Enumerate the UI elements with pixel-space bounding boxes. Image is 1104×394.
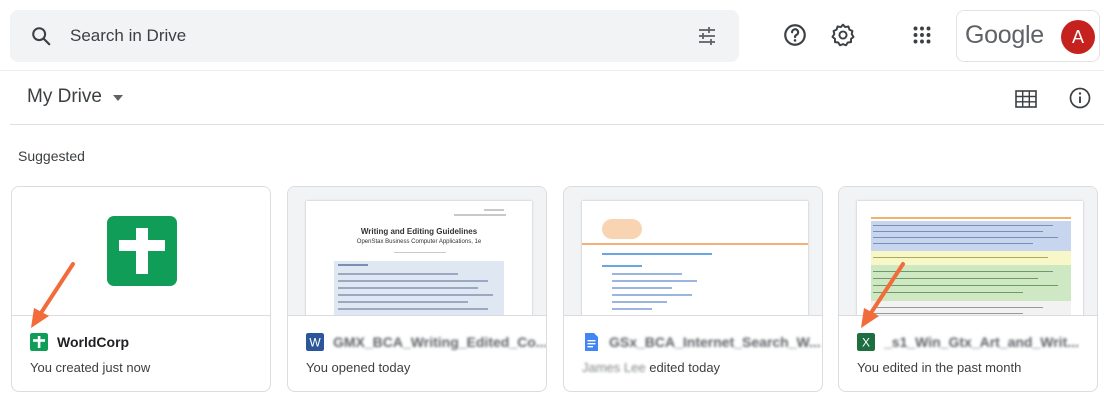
file-name: _s1_Win_Gtx_Art_and_Writ...	[884, 334, 1079, 350]
file-activity: You created just now	[30, 360, 151, 375]
file-activity: You edited in the past month	[857, 360, 1022, 375]
gear-icon[interactable]	[830, 22, 856, 48]
file-card-excel[interactable]: X _s1_Win_Gtx_Art_and_Writ... You edited…	[838, 186, 1098, 392]
file-thumbnail: Writing and Editing Guidelines OpenStax …	[288, 187, 546, 316]
section-label: Suggested	[18, 148, 85, 164]
file-activity: James Lee edited today	[582, 360, 721, 375]
chevron-down-icon[interactable]	[113, 95, 123, 101]
file-thumbnail	[12, 187, 270, 316]
file-card-word[interactable]: Writing and Editing Guidelines OpenStax …	[287, 186, 547, 392]
svg-text:W: W	[309, 336, 321, 350]
avatar[interactable]: A	[1061, 20, 1095, 54]
search-icon[interactable]	[30, 25, 52, 47]
document-preview: Writing and Editing Guidelines OpenStax …	[306, 201, 532, 315]
file-thumbnail	[839, 187, 1097, 316]
search-bar[interactable]: Search in Drive	[10, 10, 739, 62]
excel-icon: X	[857, 333, 875, 351]
top-divider	[0, 70, 1104, 71]
document-preview	[582, 201, 808, 315]
docs-icon	[585, 333, 598, 351]
top-bar: Search in Drive Google A	[0, 0, 1104, 70]
word-icon: W	[306, 333, 324, 351]
file-name: GSx_BCA_Internet_Search_W...	[609, 334, 821, 350]
file-activity: You opened today	[306, 360, 411, 375]
file-name: WorldCorp	[57, 334, 130, 350]
file-name: GMX_BCA_Writing_Edited_Co...	[333, 334, 547, 350]
file-card-docs[interactable]: GSx_BCA_Internet_Search_W... James Lee e…	[563, 186, 823, 392]
google-logo: Google	[965, 21, 1044, 49]
apps-grid-icon[interactable]	[909, 22, 935, 48]
info-icon[interactable]	[1068, 86, 1092, 110]
page-title[interactable]: My Drive	[27, 86, 102, 108]
file-thumbnail	[564, 187, 822, 316]
sheets-large-icon	[107, 216, 177, 286]
sheets-icon	[30, 333, 48, 351]
preview-title: Writing and Editing Guidelines	[360, 227, 478, 236]
help-icon[interactable]	[782, 22, 808, 48]
spreadsheet-preview	[857, 201, 1083, 315]
grid-view-icon[interactable]	[1014, 88, 1038, 110]
svg-text:X: X	[862, 336, 870, 350]
account-switcher[interactable]: Google A	[956, 10, 1100, 62]
preview-subtitle: OpenStax Business Computer Applications,…	[356, 239, 482, 245]
search-input[interactable]: Search in Drive	[70, 26, 186, 46]
file-card-worldcorp[interactable]: WorldCorp You created just now	[11, 186, 271, 392]
tune-icon[interactable]	[695, 24, 719, 48]
header-divider	[10, 124, 1104, 125]
